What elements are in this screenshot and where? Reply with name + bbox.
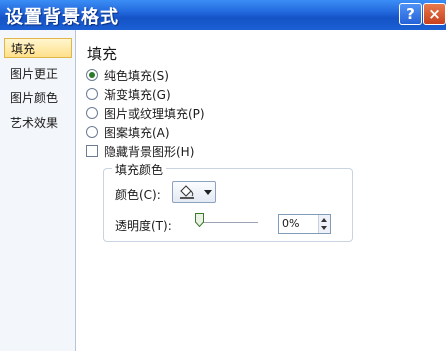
- spin-buttons[interactable]: [318, 215, 330, 233]
- sidebar-item-picture-color[interactable]: 图片颜色: [4, 88, 72, 108]
- picture-texture-fill-radio[interactable]: 图片或纹理填充(P): [86, 106, 205, 122]
- close-button[interactable]: ×: [423, 3, 446, 25]
- paint-bucket-icon: [178, 184, 196, 204]
- sidebar-item-label: 填充: [11, 42, 36, 56]
- transparency-spinbox[interactable]: 0%: [278, 214, 331, 234]
- help-button[interactable]: ?: [399, 3, 422, 25]
- radio-icon: [86, 88, 98, 100]
- radio-icon: [86, 126, 98, 138]
- hide-background-checkbox[interactable]: 隐藏背景图形(H): [86, 144, 194, 160]
- option-label: 图片或纹理填充(P): [104, 107, 205, 121]
- title-bar: 设置背景格式 ? ×: [0, 0, 446, 30]
- transparency-value: 0%: [282, 217, 300, 230]
- option-label: 纯色填充(S): [104, 69, 169, 83]
- help-icon: ?: [406, 5, 415, 23]
- pattern-fill-radio[interactable]: 图案填充(A): [86, 125, 170, 141]
- sidebar-item-label: 艺术效果: [10, 116, 59, 130]
- radio-icon: [86, 107, 98, 119]
- spin-up-icon[interactable]: [321, 218, 327, 222]
- sidebar-item-artistic-effects[interactable]: 艺术效果: [4, 113, 72, 133]
- format-background-dialog: 设置背景格式 ? × 填充 图片更正 图片颜色 艺术效果 填充 纯色填充(S) …: [0, 0, 446, 351]
- spin-down-icon[interactable]: [321, 226, 327, 230]
- transparency-slider-thumb[interactable]: [195, 213, 204, 227]
- dialog-title: 设置背景格式: [5, 7, 119, 28]
- color-label: 颜色(C):: [115, 188, 161, 202]
- option-label: 图案填充(A): [104, 126, 170, 140]
- option-label: 渐变填充(G): [104, 88, 171, 102]
- option-label: 隐藏背景图形(H): [104, 145, 195, 159]
- transparency-label: 透明度(T):: [115, 219, 172, 233]
- color-picker-button[interactable]: [172, 181, 216, 203]
- sidebar-item-fill[interactable]: 填充: [4, 38, 72, 58]
- sidebar: 填充 图片更正 图片颜色 艺术效果: [0, 30, 76, 351]
- radio-selected-icon: [86, 69, 98, 81]
- solid-fill-radio[interactable]: 纯色填充(S): [86, 68, 169, 84]
- sidebar-item-label: 图片颜色: [10, 91, 59, 105]
- sidebar-item-label: 图片更正: [10, 67, 59, 81]
- gradient-fill-radio[interactable]: 渐变填充(G): [86, 87, 171, 103]
- sidebar-item-picture-corrections[interactable]: 图片更正: [4, 64, 72, 84]
- fill-color-group-title: 填充颜色: [112, 161, 167, 178]
- checkbox-icon: [86, 145, 98, 157]
- close-icon: ×: [428, 5, 441, 23]
- section-title: 填充: [87, 45, 118, 63]
- transparency-slider-track[interactable]: [198, 222, 258, 223]
- chevron-down-icon: [204, 190, 212, 195]
